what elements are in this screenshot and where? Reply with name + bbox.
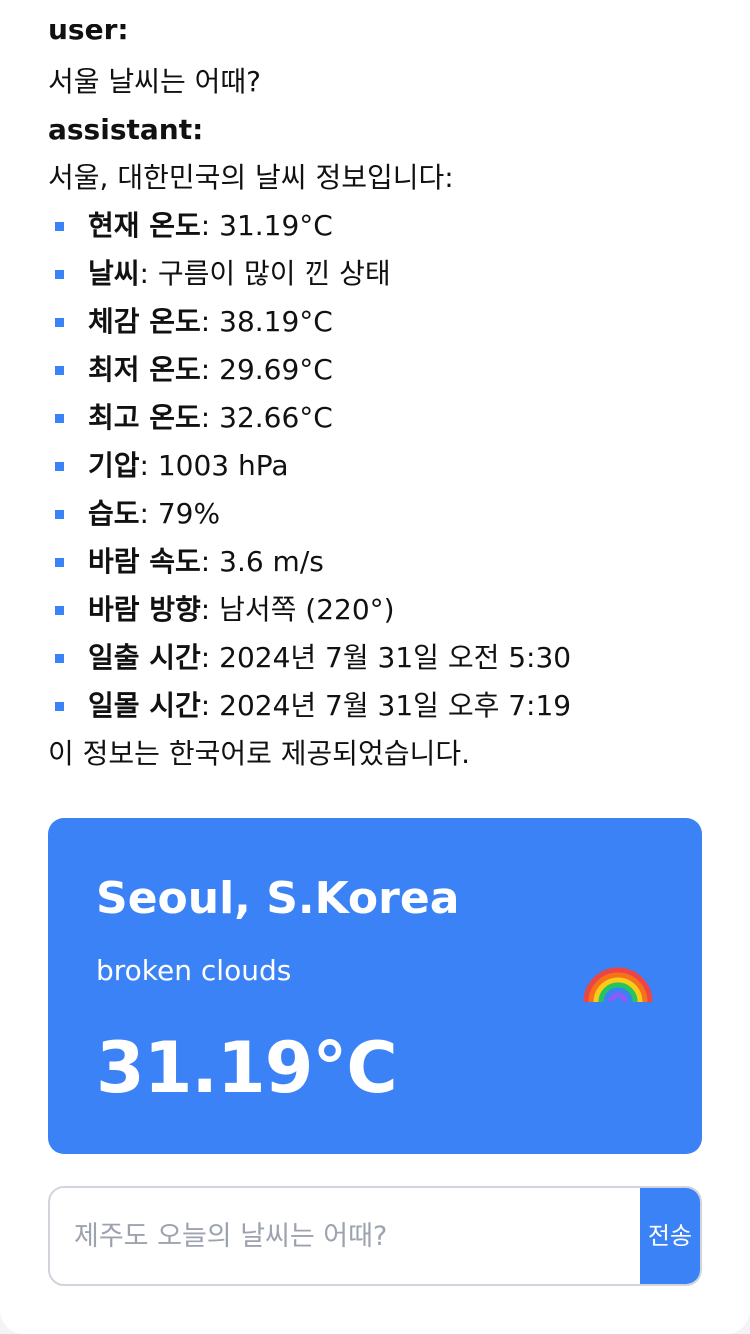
item-key: 최고 온도 xyxy=(88,401,201,434)
item-value: : 38.19°C xyxy=(200,305,333,338)
weather-description: broken clouds xyxy=(96,954,292,987)
item-key: 일출 시간 xyxy=(88,641,201,674)
item-value: : 1003 hPa xyxy=(139,449,289,482)
message-composer: 전송 xyxy=(48,1186,702,1286)
item-key: 현재 온도 xyxy=(88,209,201,242)
list-item-wind-direction: 바람 방향: 남서쪽 (220°) xyxy=(48,586,702,634)
list-item-weather: 날씨: 구름이 많이 낀 상태 xyxy=(48,250,702,298)
item-key: 바람 속도 xyxy=(88,545,201,578)
list-item-sunset: 일몰 시간: 2024년 7월 31일 오후 7:19 xyxy=(48,682,702,730)
user-role-text: user: xyxy=(48,24,129,46)
list-item-humidity: 습도: 79% xyxy=(48,490,702,538)
item-key: 체감 온도 xyxy=(88,305,201,338)
list-item-wind-speed: 바람 속도: 3.6 m/s xyxy=(48,538,702,586)
user-message: 서울 날씨는 어때? xyxy=(48,65,261,98)
send-button[interactable]: 전송 xyxy=(640,1188,700,1284)
item-key: 날씨 xyxy=(88,257,140,290)
rainbow-icon xyxy=(583,967,653,1003)
item-value: : 2024년 7월 31일 오전 5:30 xyxy=(200,641,572,674)
item-key: 최저 온도 xyxy=(88,353,201,386)
temperature-value: 31.19°C xyxy=(96,1027,398,1109)
assistant-role-label: assistant: xyxy=(48,113,204,146)
list-item-sunrise: 일출 시간: 2024년 7월 31일 오전 5:30 xyxy=(48,634,702,682)
assistant-outro: 이 정보는 한국어로 제공되었습니다. xyxy=(48,737,471,770)
chat-screen: user: 서울 날씨는 어때? assistant: 서울, 대한민국의 날씨… xyxy=(0,0,750,1334)
item-value: : 2024년 7월 31일 오후 7:19 xyxy=(200,689,572,722)
assistant-intro: 서울, 대한민국의 날씨 정보입니다: xyxy=(48,161,454,194)
chat-log: user: 서울 날씨는 어때? assistant: 서울, 대한민국의 날씨… xyxy=(48,24,702,778)
weather-info-list: 현재 온도: 31.19°C 날씨: 구름이 많이 낀 상태 체감 온도: 38… xyxy=(48,202,702,730)
item-key: 바람 방향 xyxy=(88,593,201,626)
list-item-current-temp: 현재 온도: 31.19°C xyxy=(48,202,702,250)
item-value: : 남서쪽 (220°) xyxy=(200,593,395,626)
item-key: 일몰 시간 xyxy=(88,689,201,722)
item-key: 기압 xyxy=(88,449,140,482)
user-role-label: user: xyxy=(48,24,702,58)
message-input[interactable] xyxy=(50,1188,642,1284)
list-item-feels-like: 체감 온도: 38.19°C xyxy=(48,298,702,346)
list-item-min-temp: 최저 온도: 29.69°C xyxy=(48,346,702,394)
item-value: : 31.19°C xyxy=(200,209,333,242)
list-item-max-temp: 최고 온도: 32.66°C xyxy=(48,394,702,442)
item-value: : 29.69°C xyxy=(200,353,333,386)
item-value: : 79% xyxy=(139,497,221,530)
item-key: 습도 xyxy=(88,497,140,530)
item-value: : 3.6 m/s xyxy=(200,545,324,578)
item-value: : 구름이 많이 낀 상태 xyxy=(139,257,391,290)
item-value: : 32.66°C xyxy=(200,401,333,434)
weather-card: Seoul, S.Korea broken clouds 31.19°C xyxy=(48,818,702,1154)
city-name: Seoul, S.Korea xyxy=(96,873,460,924)
list-item-pressure: 기압: 1003 hPa xyxy=(48,442,702,490)
